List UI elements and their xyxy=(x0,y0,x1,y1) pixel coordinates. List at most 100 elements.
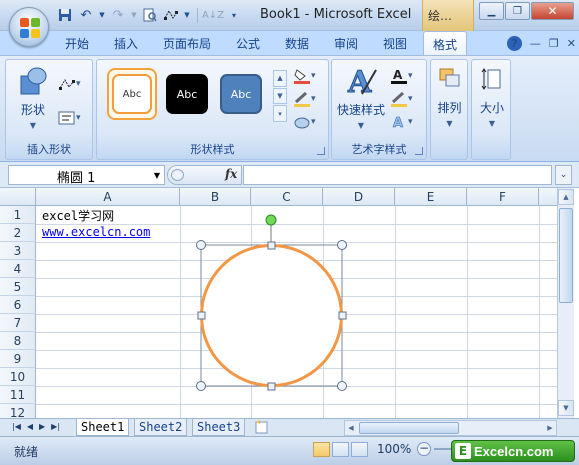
group-label-wordart: 艺术字样式 xyxy=(351,143,407,156)
print-preview-icon[interactable] xyxy=(141,6,159,24)
vertical-scroll-thumb[interactable] xyxy=(559,208,573,303)
expand-formula-bar-icon[interactable]: ⌄ xyxy=(555,165,572,185)
svg-text:A: A xyxy=(393,68,403,82)
resize-handle-left[interactable] xyxy=(197,311,206,320)
resize-handle-bottom[interactable] xyxy=(267,382,276,391)
edit-shape-button[interactable]: ▾ xyxy=(58,74,88,94)
shape-fill-button[interactable]: ▾ xyxy=(293,66,323,86)
sheet-tab-3[interactable]: Sheet3 xyxy=(192,419,246,436)
redo-dropdown-icon[interactable]: ▼ xyxy=(130,6,138,24)
tab-format[interactable]: 格式 xyxy=(423,31,468,56)
shape-outline-button[interactable]: ▾ xyxy=(293,89,323,109)
svg-text:A: A xyxy=(393,116,403,130)
close-button[interactable]: ✕ xyxy=(531,2,574,20)
tab-review[interactable]: 审阅 xyxy=(334,35,358,52)
shape-style-swatch-selected[interactable]: Abc xyxy=(107,68,157,120)
shape-style-3[interactable]: Abc xyxy=(220,74,262,114)
ribbon-right-controls: ? — ❐ ✕ xyxy=(506,36,576,51)
horizontal-scroll-thumb[interactable] xyxy=(359,422,459,434)
last-sheet-icon[interactable]: ▶| xyxy=(51,422,60,431)
sheet-tab-2[interactable]: Sheet2 xyxy=(134,419,188,436)
sort-icon[interactable]: A↓Z xyxy=(202,6,224,24)
undo-dropdown-icon[interactable]: ▼ xyxy=(98,6,106,24)
insert-function-icon[interactable]: fx xyxy=(225,167,237,181)
customize-qat-icon[interactable]: ▾ xyxy=(225,6,243,24)
name-box[interactable]: 椭圆 1 ▼ xyxy=(8,165,165,186)
vertical-scrollbar[interactable]: ▲ ▼ xyxy=(557,188,574,418)
worksheet-grid[interactable]: A B C D E F 1 2 3 4 5 6 7 8 9 10 11 12 e… xyxy=(0,188,557,418)
qat-separator xyxy=(197,7,198,23)
workbook-restore-icon[interactable]: ❐ xyxy=(549,37,559,50)
scroll-down-icon[interactable]: ▼ xyxy=(558,400,574,416)
resize-handle-bottom-left[interactable] xyxy=(196,381,206,391)
workbook-close-icon[interactable]: ✕ xyxy=(567,37,576,50)
formula-bar-resize-icon[interactable] xyxy=(171,169,184,181)
tab-view[interactable]: 视图 xyxy=(383,35,407,52)
style-gallery-scroll: ▲ ▼ ▾ xyxy=(273,70,287,123)
gallery-up-icon[interactable]: ▲ xyxy=(273,70,287,87)
next-sheet-icon[interactable]: ▶ xyxy=(39,422,45,431)
scroll-right-icon[interactable]: ▶ xyxy=(544,421,556,435)
ribbon: 形状 ▼ ▾ ▾ 插入形状 Abc Abc Abc ▲ ▼ ▾ ▾ ▾ ▾ 形状… xyxy=(0,55,579,162)
redo-icon[interactable]: ↷ xyxy=(109,6,127,24)
gallery-more-icon[interactable]: ▾ xyxy=(273,105,287,123)
normal-view-icon[interactable] xyxy=(313,442,330,457)
shape-style-1-preview: Abc xyxy=(112,74,152,114)
scroll-left-icon[interactable]: ◀ xyxy=(345,421,357,435)
resize-handle-top-left[interactable] xyxy=(196,240,206,250)
edit-points-dropdown-icon[interactable]: ▼ xyxy=(183,6,191,24)
resize-handle-bottom-right[interactable] xyxy=(337,381,347,391)
quick-access-toolbar: ↶ ▼ ↷ ▼ ▼ A↓Z ▾ xyxy=(56,5,243,25)
shape-style-2[interactable]: Abc xyxy=(166,74,208,114)
tab-formulas[interactable]: 公式 xyxy=(236,35,260,52)
site-watermark: E Excelcn.com xyxy=(451,440,575,462)
minimize-button[interactable]: ▁ xyxy=(479,2,504,20)
oval-shape[interactable] xyxy=(200,244,343,387)
save-icon[interactable] xyxy=(56,6,74,24)
tab-data[interactable]: 数据 xyxy=(285,35,309,52)
rotation-handle[interactable] xyxy=(265,214,277,226)
arrange-button[interactable]: 排列 ▼ xyxy=(433,66,466,128)
page-break-view-icon[interactable] xyxy=(351,442,368,457)
formula-tools: fx xyxy=(167,165,242,185)
tab-insert[interactable]: 插入 xyxy=(114,35,138,52)
shape-effects-button[interactable]: ▾ xyxy=(293,112,323,132)
prev-sheet-icon[interactable]: ◀ xyxy=(27,422,33,431)
arrange-icon xyxy=(437,66,463,96)
insert-worksheet-icon[interactable] xyxy=(253,420,271,434)
zoom-out-icon[interactable]: − xyxy=(417,442,431,456)
office-button[interactable] xyxy=(9,7,49,47)
scroll-up-icon[interactable]: ▲ xyxy=(558,189,574,205)
sheet-tab-bar: |◀ ◀ ▶ ▶| Sheet1 Sheet2 Sheet3 ◀ ▶ xyxy=(0,418,579,436)
edit-points-icon[interactable] xyxy=(162,6,180,24)
shape-layer xyxy=(196,214,347,391)
quick-styles-button[interactable]: A 快速样式 ▼ xyxy=(336,64,386,131)
size-button[interactable]: 大小 ▼ xyxy=(475,66,509,128)
page-layout-view-icon[interactable] xyxy=(332,442,349,457)
formula-input[interactable] xyxy=(243,165,552,185)
first-sheet-icon[interactable]: |◀ xyxy=(12,422,21,431)
resize-handle-right[interactable] xyxy=(338,311,347,320)
sheet-tab-1[interactable]: Sheet1 xyxy=(76,419,130,436)
title-bar: ↶ ▼ ↷ ▼ ▼ A↓Z ▾ Book1 - Microsoft Excel … xyxy=(0,0,579,31)
text-effects-button[interactable]: A ▾ xyxy=(390,112,420,132)
help-icon[interactable]: ? xyxy=(506,36,522,51)
arrange-label: 排列 xyxy=(437,101,462,115)
horizontal-scrollbar[interactable]: ◀ ▶ xyxy=(344,420,557,436)
resize-handle-top-right[interactable] xyxy=(337,240,347,250)
text-outline-button[interactable]: ▾ xyxy=(390,89,420,109)
tab-page-layout[interactable]: 页面布局 xyxy=(163,35,211,52)
zoom-level[interactable]: 100% xyxy=(377,442,411,456)
group-insert-shapes: 形状 ▼ ▾ ▾ 插入形状 xyxy=(5,59,93,160)
gallery-down-icon[interactable]: ▼ xyxy=(273,87,287,105)
tab-home[interactable]: 开始 xyxy=(65,35,89,52)
undo-icon[interactable]: ↶ xyxy=(77,6,95,24)
restore-button[interactable]: ❐ xyxy=(505,2,530,20)
ribbon-minimize-icon[interactable]: — xyxy=(530,37,541,50)
text-fill-button[interactable]: A ▾ xyxy=(390,66,420,86)
text-box-button[interactable]: ▾ xyxy=(58,108,88,128)
resize-handle-top[interactable] xyxy=(267,241,276,250)
group-wordart-styles: A 快速样式 ▼ A ▾ ▾ A ▾ 艺术字样式 xyxy=(331,59,427,160)
shapes-button[interactable]: 形状 ▼ xyxy=(16,66,50,130)
name-box-dropdown-icon[interactable]: ▼ xyxy=(154,171,160,180)
